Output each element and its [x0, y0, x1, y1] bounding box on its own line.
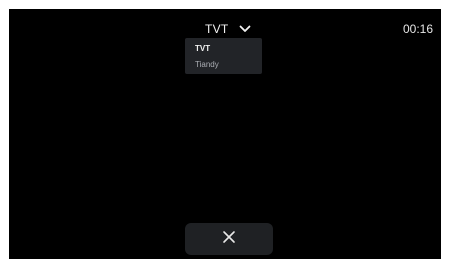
- dropdown-option-tvt[interactable]: TVT: [185, 41, 262, 57]
- close-icon: [222, 230, 236, 249]
- video-screen: TVT 00:16 TVT Tiandy: [9, 9, 441, 259]
- chevron-down-icon[interactable]: [239, 24, 251, 34]
- close-button[interactable]: [185, 223, 273, 255]
- dropdown-option-tiandy[interactable]: Tiandy: [185, 57, 262, 73]
- source-selector-label: TVT: [205, 22, 229, 36]
- elapsed-time: 00:16: [402, 22, 433, 36]
- source-dropdown-menu: TVT Tiandy: [185, 38, 262, 74]
